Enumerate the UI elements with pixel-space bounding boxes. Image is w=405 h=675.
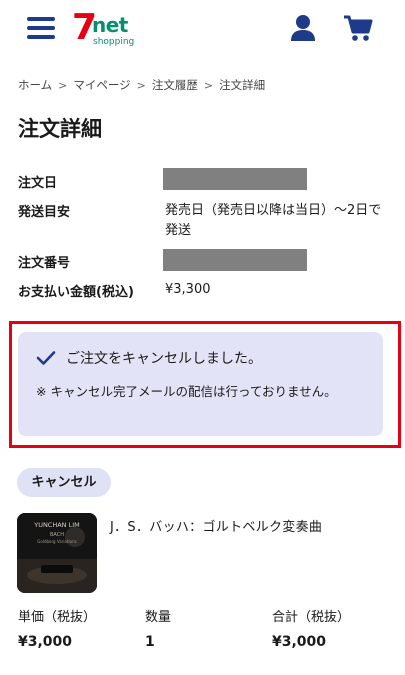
order-number-label: 注文番号 — [18, 256, 71, 271]
chevron-right-icon: > — [58, 79, 68, 92]
subtotal-value: ¥3,000 — [272, 634, 327, 650]
alert-note: ※ キャンセル完了メールの配信は行っておりません。 — [36, 384, 337, 399]
check-icon — [36, 351, 56, 365]
quantity-label: 数量 — [145, 610, 172, 625]
cart-icon[interactable] — [343, 14, 373, 42]
total-amount-label: お支払い金額(税込) — [18, 285, 134, 300]
site-header: 7 net shopping — [0, 0, 405, 62]
unit-price-label: 単価（税抜） — [18, 610, 97, 625]
breadcrumb-home[interactable]: ホーム — [18, 78, 52, 92]
ship-estimate-value: 発売日（発売日以降は当日）～2日で発送 — [165, 203, 382, 238]
user-icon[interactable] — [290, 14, 316, 42]
unit-price-value: ¥3,000 — [18, 634, 73, 650]
breadcrumb-order-history[interactable]: 注文履歴 — [152, 78, 198, 92]
site-logo[interactable]: 7 net shopping — [72, 8, 142, 52]
cover-work-text: Goldberg Variations — [37, 539, 76, 544]
chevron-right-icon: > — [136, 79, 146, 92]
product-image[interactable]: YUNCHAN LIM BACH Goldberg Variations — [17, 513, 97, 593]
order-number-redacted — [163, 249, 307, 271]
ship-estimate-label: 発送目安 — [18, 205, 71, 220]
album-cover-art: YUNCHAN LIM BACH Goldberg Variations — [17, 513, 97, 593]
hamburger-menu-icon[interactable] — [27, 17, 55, 39]
cover-composer-text: BACH — [50, 532, 64, 538]
cover-artist-text: YUNCHAN LIM — [33, 521, 80, 529]
alert-title: ご注文をキャンセルしました。 — [66, 351, 262, 367]
breadcrumb: ホーム > マイページ > 注文履歴 > 注文詳細 — [18, 77, 265, 93]
page-title: 注文詳細 — [18, 117, 102, 141]
quantity-value: 1 — [145, 634, 155, 650]
status-badge: キャンセル — [17, 468, 111, 497]
breadcrumb-mypage[interactable]: マイページ — [73, 78, 130, 92]
product-name[interactable]: J．S．バッハ：ゴルトベルク変奏曲 — [110, 516, 322, 535]
breadcrumb-current: 注文詳細 — [219, 78, 266, 92]
subtotal-label: 合計（税抜） — [272, 610, 351, 625]
total-amount-value: ¥3,300 — [165, 282, 211, 297]
order-date-label: 注文日 — [18, 176, 58, 191]
order-date-redacted — [163, 168, 307, 190]
chevron-right-icon: > — [203, 79, 214, 92]
